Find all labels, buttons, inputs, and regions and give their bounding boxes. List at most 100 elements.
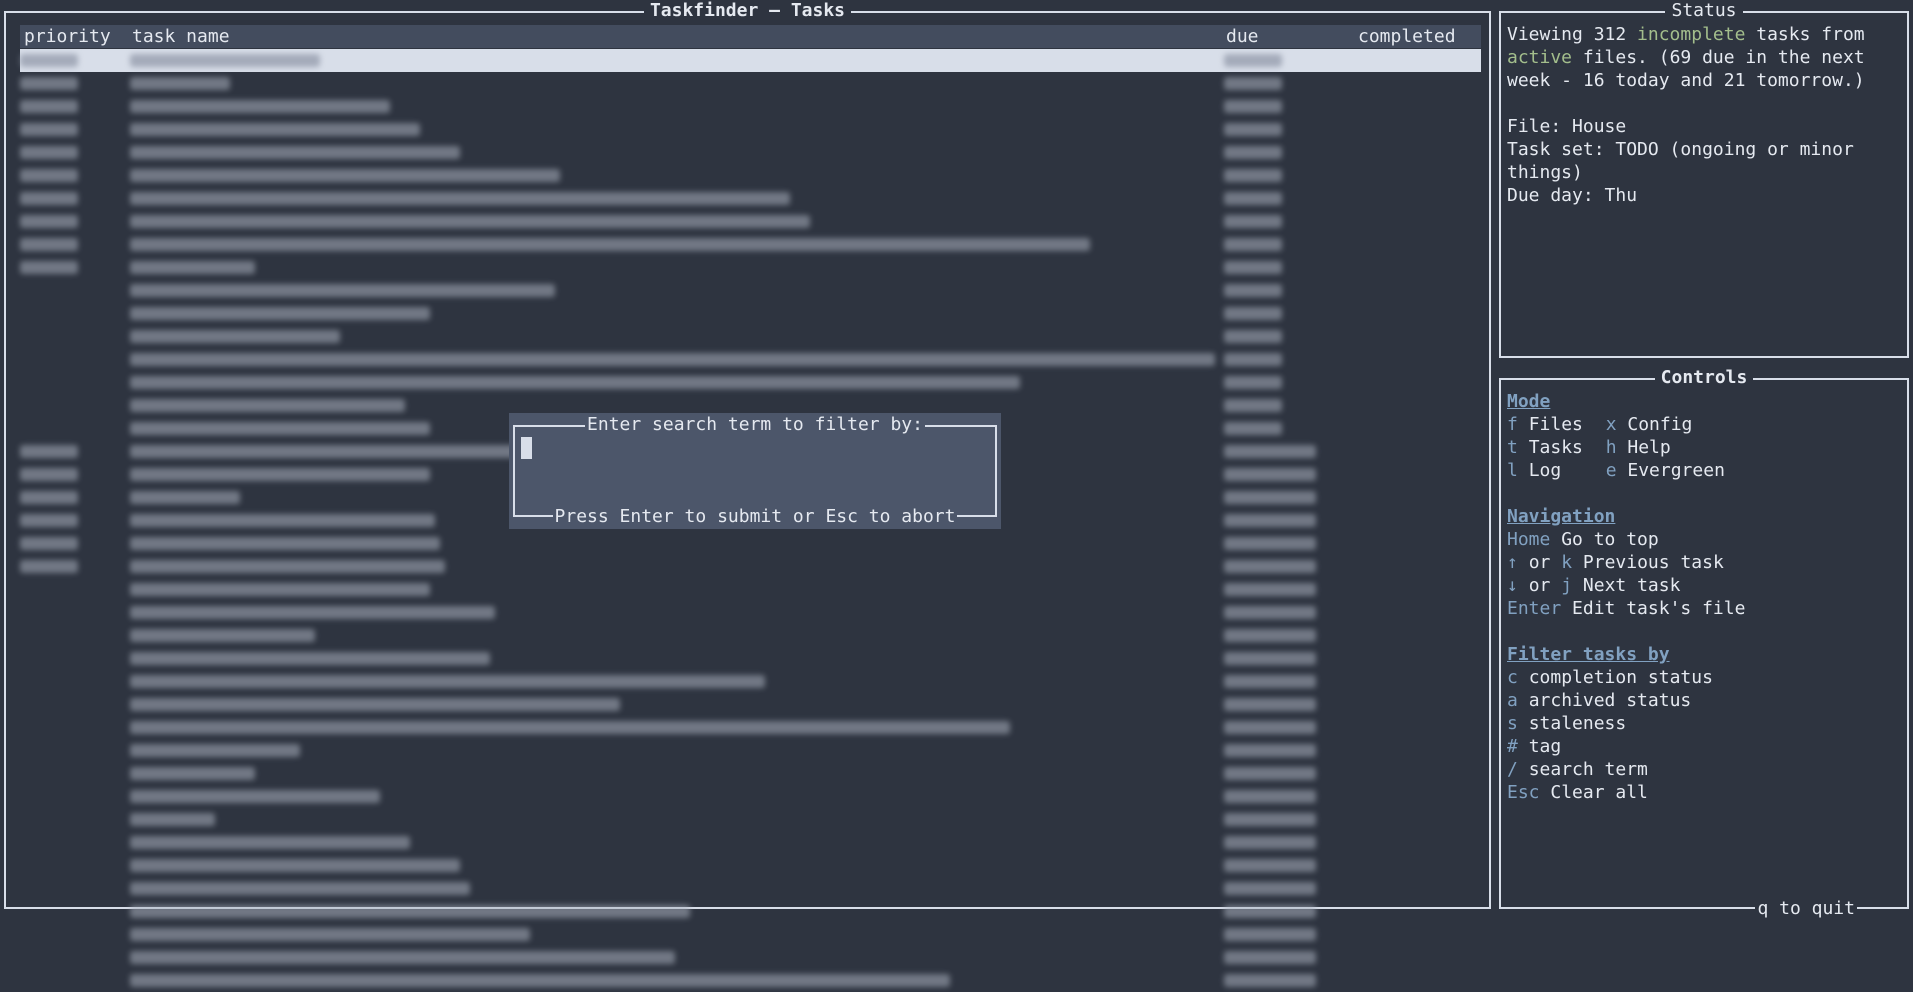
task-name-cell <box>130 859 460 872</box>
key-slash[interactable]: / <box>1507 759 1518 780</box>
filter-archived[interactable]: archived status <box>1529 690 1692 711</box>
due-cell <box>1224 307 1282 320</box>
table-row-selected[interactable] <box>20 49 1481 72</box>
table-row[interactable] <box>20 302 1481 325</box>
filter-heading: Filter tasks by <box>1507 644 1670 665</box>
table-row[interactable] <box>20 808 1481 831</box>
priority-cell <box>20 77 78 90</box>
filter-tag[interactable]: tag <box>1529 736 1562 757</box>
due-cell <box>1224 928 1316 941</box>
due-cell <box>1224 767 1316 780</box>
column-header-completed[interactable]: completed <box>1358 25 1456 48</box>
table-row[interactable] <box>20 601 1481 624</box>
table-row[interactable] <box>20 716 1481 739</box>
table-row[interactable] <box>20 785 1481 808</box>
tasks-panel-title: Taskfinder – Tasks <box>643 0 852 21</box>
nav-next-task[interactable]: Next task <box>1583 575 1681 596</box>
column-header-due[interactable]: due <box>1226 25 1259 48</box>
controls-panel: Controls Mode f Files x Config t Tasks h H… <box>1499 367 1909 919</box>
table-row[interactable] <box>20 877 1481 900</box>
arrow-down-icon[interactable]: ↓ <box>1507 575 1518 596</box>
table-row[interactable] <box>20 739 1481 762</box>
table-row[interactable] <box>20 164 1481 187</box>
nav-previous-task[interactable]: Previous task <box>1583 552 1724 573</box>
table-row[interactable] <box>20 256 1481 279</box>
priority-cell <box>20 514 78 527</box>
table-row[interactable] <box>20 693 1481 716</box>
mode-evergreen-label[interactable]: Evergreen <box>1627 460 1725 481</box>
column-header-task-name[interactable]: task name <box>132 25 230 48</box>
key-hash[interactable]: # <box>1507 736 1518 757</box>
controls-panel-title: Controls <box>1654 367 1754 388</box>
table-row[interactable] <box>20 210 1481 233</box>
table-row[interactable] <box>20 95 1481 118</box>
table-row[interactable] <box>20 348 1481 371</box>
mode-log-label[interactable]: Log <box>1529 459 1606 482</box>
nav-go-to-top[interactable]: Go to top <box>1561 529 1659 550</box>
filter-clear-all[interactable]: Clear all <box>1550 782 1648 803</box>
filter-completion[interactable]: completion status <box>1529 667 1713 688</box>
table-row[interactable] <box>20 118 1481 141</box>
quit-hint[interactable]: q to quit <box>1755 898 1857 919</box>
table-row[interactable] <box>20 854 1481 877</box>
due-cell <box>1224 330 1282 343</box>
table-row[interactable] <box>20 279 1481 302</box>
due-cell <box>1224 123 1282 136</box>
table-row[interactable] <box>20 946 1481 969</box>
key-files[interactable]: f <box>1507 414 1518 435</box>
filter-staleness[interactable]: staleness <box>1529 713 1627 734</box>
table-row[interactable] <box>20 923 1481 946</box>
key-a[interactable]: a <box>1507 690 1518 711</box>
table-row[interactable] <box>20 624 1481 647</box>
status-panel: Status Viewing 312 incomplete tasks from… <box>1499 0 1909 358</box>
table-row[interactable] <box>20 371 1481 394</box>
due-cell <box>1224 192 1282 205</box>
key-k[interactable]: k <box>1561 552 1572 573</box>
table-row[interactable] <box>20 555 1481 578</box>
status-panel-title: Status <box>1665 0 1743 21</box>
table-row[interactable] <box>20 831 1481 854</box>
task-name-cell <box>130 698 620 711</box>
key-config[interactable]: x <box>1606 414 1617 435</box>
due-cell <box>1224 652 1316 665</box>
mode-help-label[interactable]: Help <box>1627 437 1670 458</box>
priority-cell <box>20 100 78 113</box>
priority-cell <box>20 146 78 159</box>
key-help[interactable]: h <box>1606 437 1617 458</box>
table-row[interactable] <box>20 647 1481 670</box>
table-row[interactable] <box>20 72 1481 95</box>
task-name-cell <box>130 192 790 205</box>
key-s[interactable]: s <box>1507 713 1518 734</box>
navigation-heading: Navigation <box>1507 506 1616 527</box>
table-row[interactable] <box>20 325 1481 348</box>
table-row[interactable] <box>20 141 1481 164</box>
key-home[interactable]: Home <box>1507 529 1550 550</box>
key-evergreen[interactable]: e <box>1606 460 1617 481</box>
table-row[interactable] <box>20 670 1481 693</box>
key-log[interactable]: l <box>1507 460 1518 481</box>
task-name-cell <box>130 146 460 159</box>
table-row[interactable] <box>20 233 1481 256</box>
key-tasks[interactable]: t <box>1507 437 1518 458</box>
mode-config-label[interactable]: Config <box>1627 414 1692 435</box>
task-name-cell <box>130 468 430 481</box>
key-c[interactable]: c <box>1507 667 1518 688</box>
key-enter[interactable]: Enter <box>1507 598 1561 619</box>
mode-tasks-label[interactable]: Tasks <box>1529 436 1606 459</box>
table-row[interactable] <box>20 969 1481 992</box>
column-header-priority[interactable]: priority <box>24 25 111 48</box>
nav-edit-file[interactable]: Edit task's file <box>1572 598 1745 619</box>
task-name-cell <box>130 790 380 803</box>
task-name-cell <box>130 744 300 757</box>
table-row[interactable] <box>20 762 1481 785</box>
filter-search-term[interactable]: search term <box>1529 759 1648 780</box>
arrow-up-icon[interactable]: ↑ <box>1507 552 1518 573</box>
key-esc[interactable]: Esc <box>1507 782 1540 803</box>
table-row[interactable] <box>20 187 1481 210</box>
priority-cell <box>20 560 78 573</box>
search-dialog-title: Enter search term to filter by: <box>585 414 925 435</box>
key-j[interactable]: j <box>1561 575 1572 596</box>
table-row[interactable] <box>20 532 1481 555</box>
mode-files-label[interactable]: Files <box>1529 413 1606 436</box>
table-row[interactable] <box>20 578 1481 601</box>
